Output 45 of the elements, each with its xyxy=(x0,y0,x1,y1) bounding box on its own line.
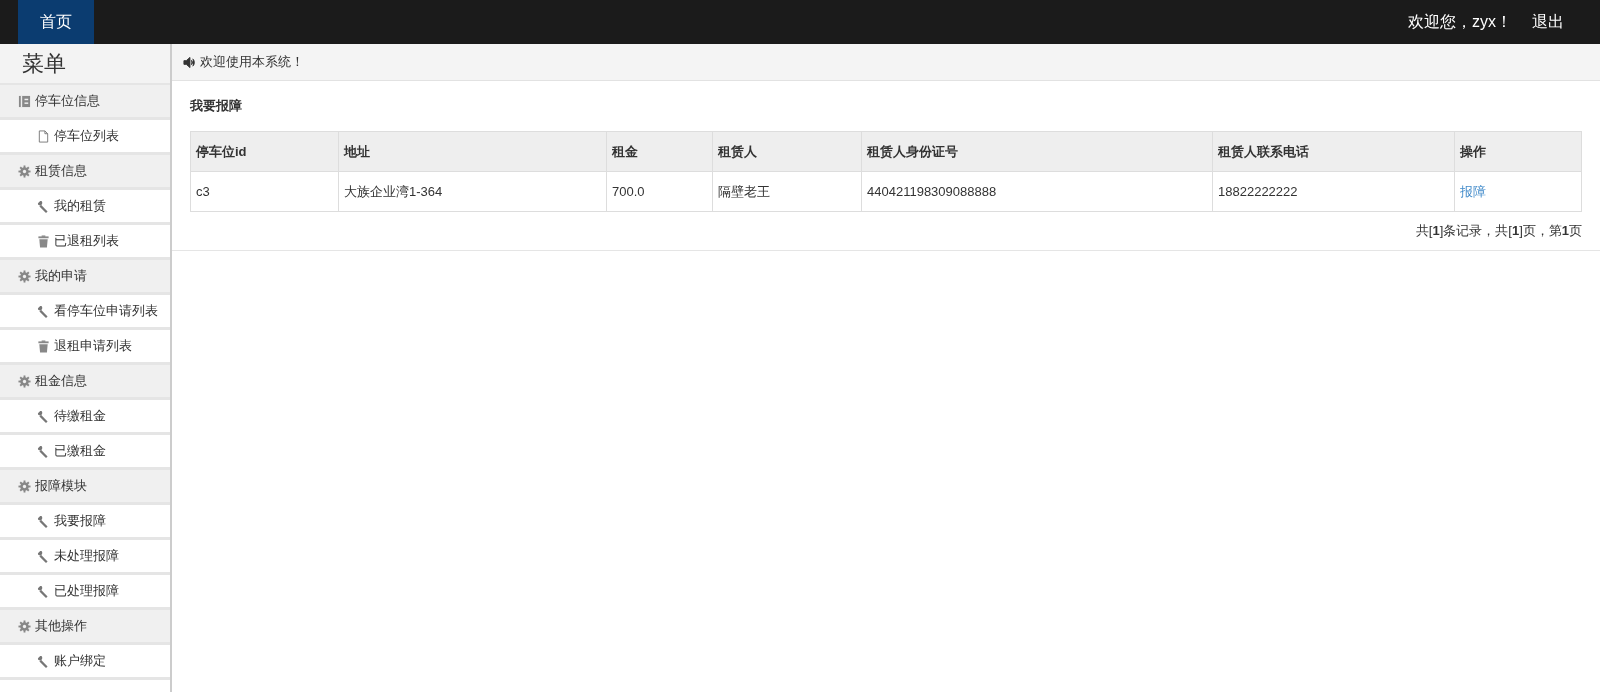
gear-icon xyxy=(18,374,31,388)
table-cell: 700.0 xyxy=(606,171,713,212)
pagination-text: 共[1]条记录，共[1]页，第1页 xyxy=(1415,223,1582,238)
contact-card-icon xyxy=(18,94,31,108)
table-cell: c3 xyxy=(190,171,339,212)
gear-icon xyxy=(18,619,31,633)
wrench-icon xyxy=(37,304,50,318)
gear-icon xyxy=(18,164,31,178)
wrench-icon xyxy=(37,654,50,668)
column-header: 停车位id xyxy=(190,131,339,172)
table-cell: 18822222222 xyxy=(1212,171,1455,212)
gear-icon xyxy=(18,479,31,493)
menu-title: 菜单 xyxy=(0,44,170,85)
table-cell: 440421198309088888 xyxy=(861,171,1213,212)
menu-group-header[interactable]: 停车位信息 xyxy=(0,85,170,120)
trash-icon xyxy=(37,339,50,353)
menu-group-header[interactable]: 报障模块 xyxy=(0,470,170,505)
column-header: 租赁人身份证号 xyxy=(861,131,1213,172)
wrench-icon xyxy=(37,409,50,423)
report-link[interactable]: 报障 xyxy=(1460,183,1486,199)
file-icon xyxy=(37,129,50,143)
column-header: 租金 xyxy=(606,131,713,172)
menu-group-header[interactable]: 我的申请 xyxy=(0,260,170,295)
notice-text: 欢迎使用本系统！ xyxy=(200,53,304,71)
welcome-text: 欢迎您，zyx！ xyxy=(1408,11,1512,32)
speaker-icon xyxy=(183,55,196,69)
menu-group-header[interactable]: 其他操作 xyxy=(0,610,170,645)
wrench-icon xyxy=(37,444,50,458)
wrench-icon xyxy=(37,514,50,528)
table-cell: 隔壁老王 xyxy=(712,171,862,212)
column-header: 租赁人联系电话 xyxy=(1212,131,1455,172)
trash-icon xyxy=(37,234,50,248)
column-header: 租赁人 xyxy=(712,131,862,172)
column-header: 地址 xyxy=(338,131,607,172)
menu-group-header[interactable]: 租金信息 xyxy=(0,365,170,400)
logout-link[interactable]: 退出 xyxy=(1532,11,1564,33)
menu-group-header[interactable]: 租赁信息 xyxy=(0,155,170,190)
wrench-icon xyxy=(37,199,50,213)
wrench-icon xyxy=(37,549,50,563)
section-title: 我要报障 xyxy=(190,97,243,115)
wrench-icon xyxy=(37,584,50,598)
table-cell: 大族企业湾1-364 xyxy=(338,171,607,212)
gear-icon xyxy=(18,269,31,283)
column-header: 操作 xyxy=(1454,131,1582,172)
home-tab[interactable]: 首页 xyxy=(18,0,94,44)
